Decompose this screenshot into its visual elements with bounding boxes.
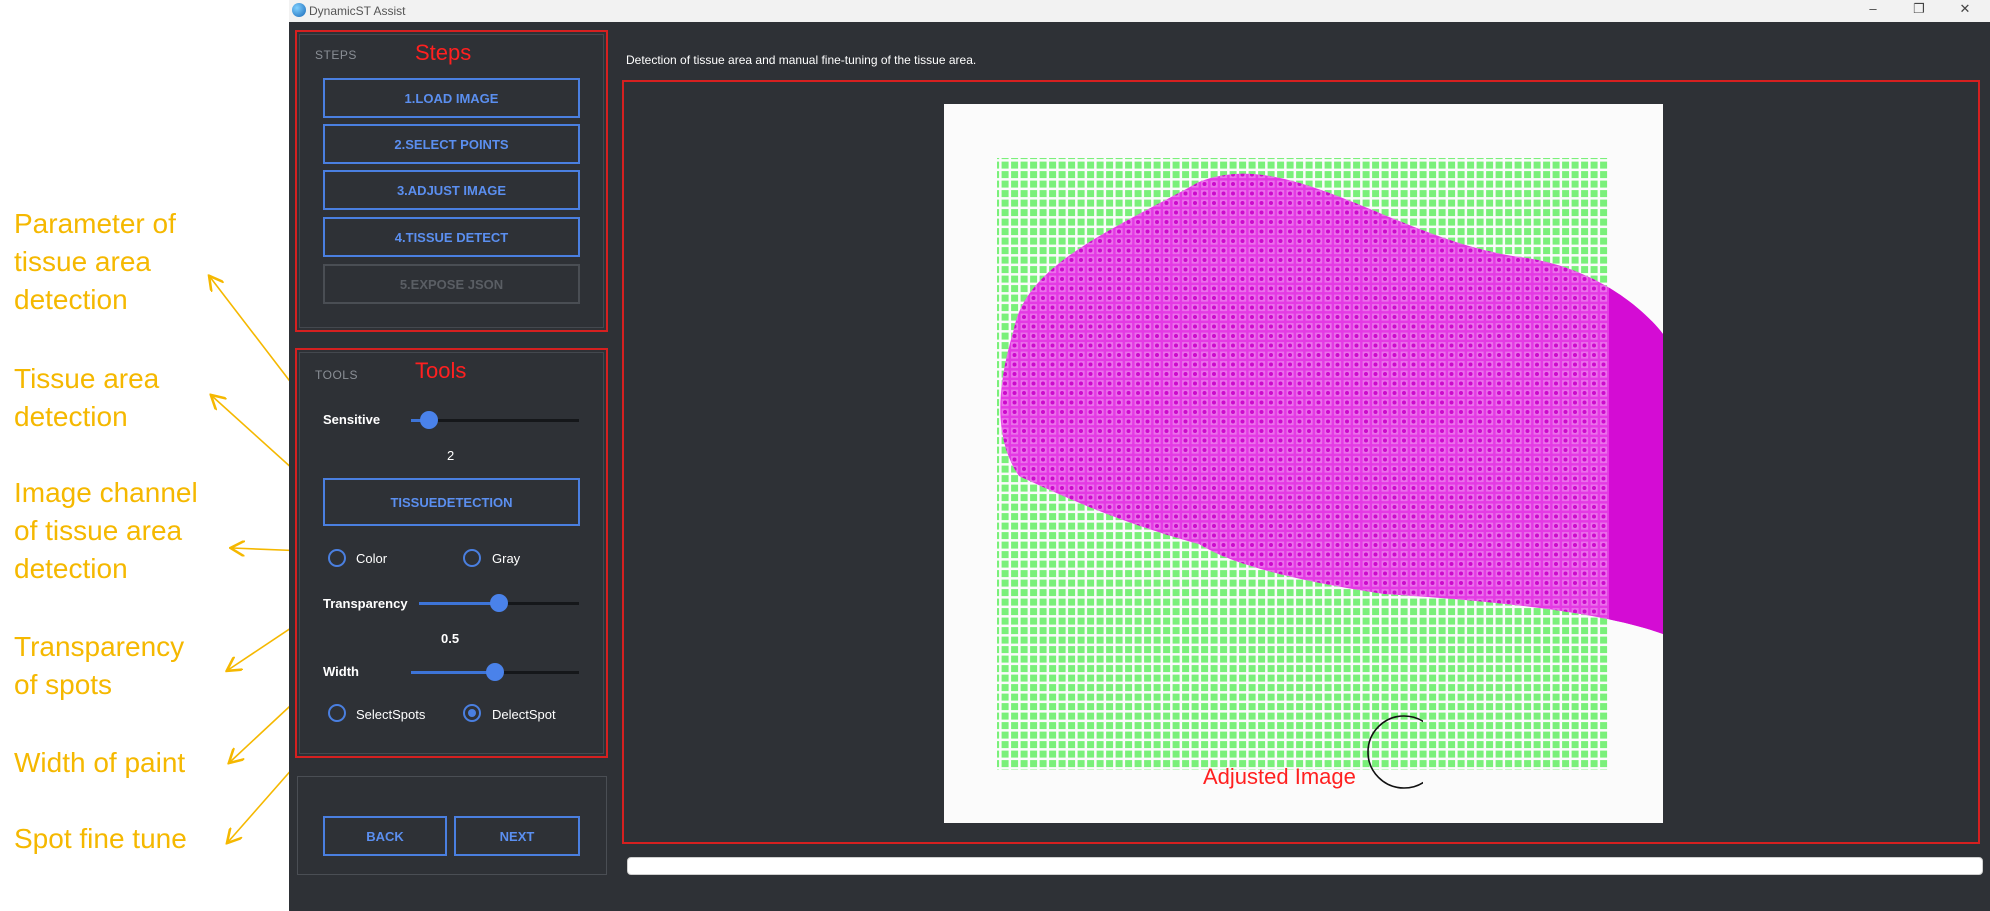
gray-radio[interactable] (463, 549, 481, 567)
sensitive-slider[interactable] (411, 411, 579, 429)
select-spots-label: SelectSpots (356, 707, 426, 722)
transparency-slider-fill (419, 602, 499, 605)
brush-cursor (1367, 715, 1423, 789)
window-title: DynamicST Assist (309, 4, 406, 18)
transparency-label: Transparency (323, 596, 408, 611)
select-spots-radio[interactable] (328, 704, 346, 722)
annotation-arrows (0, 0, 331, 911)
width-label: Width (323, 664, 359, 679)
close-button[interactable]: ✕ (1945, 1, 1985, 17)
minimize-button[interactable]: – (1853, 1, 1893, 16)
adjusted-image[interactable] (944, 104, 1663, 823)
color-radio[interactable] (328, 549, 346, 567)
steps-overlay-label: Steps (415, 40, 472, 65)
tissue-spot-image (944, 104, 1663, 823)
width-slider[interactable] (411, 663, 579, 681)
sensitive-value: 2 (447, 448, 455, 463)
color-radio-label: Color (356, 551, 388, 566)
gray-radio-label: Gray (492, 551, 521, 566)
step-description: Detection of tissue area and manual fine… (626, 53, 977, 67)
progress-bar (627, 857, 1983, 875)
tools-overlay-label: Tools (415, 358, 467, 383)
width-slider-fill (411, 671, 495, 674)
back-button[interactable]: BACK (323, 816, 447, 856)
title-bar: DynamicST Assist – ❐ ✕ (289, 0, 1990, 22)
width-slider-handle[interactable] (486, 663, 504, 681)
app-logo-icon (292, 3, 306, 17)
adjust-image-button[interactable]: 3.ADJUST IMAGE (323, 170, 580, 210)
restore-button[interactable]: ❐ (1899, 1, 1939, 17)
steps-section-label: STEPS (315, 48, 357, 62)
delect-spot-radio[interactable] (463, 704, 481, 722)
delect-spot-radio-dot (468, 709, 476, 717)
transparency-slider[interactable] (419, 594, 579, 612)
next-button[interactable]: NEXT (454, 816, 580, 856)
expose-json-button[interactable]: 5.EXPOSE JSON (323, 264, 580, 304)
select-points-button[interactable]: 2.SELECT POINTS (323, 124, 580, 164)
transparency-slider-handle[interactable] (490, 594, 508, 612)
tissue-detection-button[interactable]: TISSUEDETECTION (323, 478, 580, 526)
delect-spot-label: DelectSpot (492, 707, 556, 722)
tools-section-label: TOOLS (315, 368, 358, 382)
transparency-value: 0.5 (441, 631, 460, 646)
load-image-button[interactable]: 1.LOAD IMAGE (323, 78, 580, 118)
tissue-detect-button[interactable]: 4.TISSUE DETECT (323, 217, 580, 257)
adjusted-image-label: Adjusted Image (1203, 764, 1356, 789)
sensitive-label: Sensitive (323, 412, 381, 427)
